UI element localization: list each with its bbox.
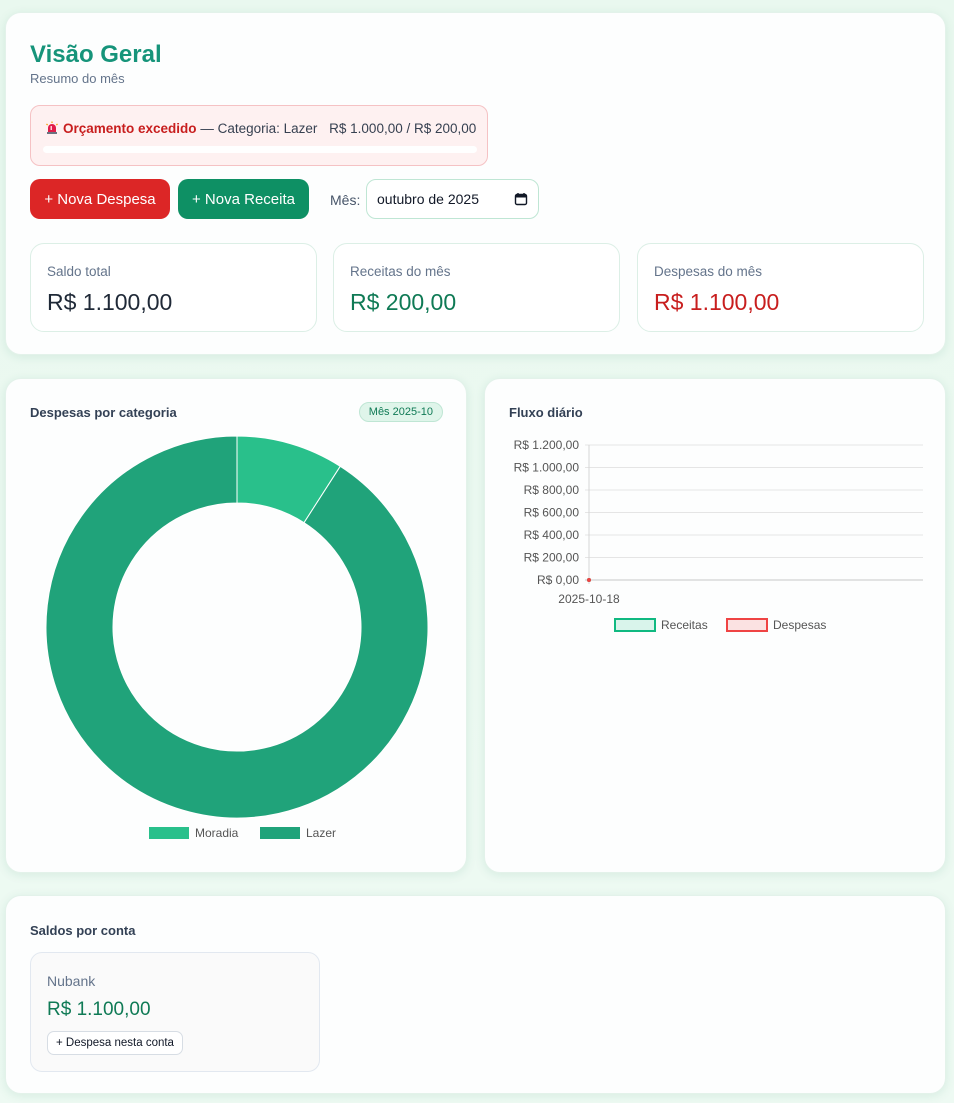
calendar-icon[interactable] bbox=[514, 192, 528, 206]
y-tick-label: R$ 800,00 bbox=[524, 483, 580, 497]
doughnut-chart: Moradia Lazer bbox=[45, 435, 429, 840]
stat-label: Despesas do mês bbox=[654, 264, 763, 279]
y-tick-label: R$ 200,00 bbox=[524, 551, 580, 565]
legend-swatch bbox=[726, 618, 768, 632]
account-card: Nubank R$ 1.100,00 + Despesa nesta conta bbox=[30, 952, 320, 1072]
point-despesas[interactable] bbox=[587, 578, 591, 582]
stat-value: R$ 1.100,00 bbox=[47, 289, 173, 315]
budget-progress-bar bbox=[43, 146, 477, 153]
alert-separator: — bbox=[200, 121, 214, 136]
page-title: Visão Geral bbox=[30, 41, 162, 68]
stat-value: R$ 1.100,00 bbox=[654, 289, 780, 315]
stat-card-despesas: Despesas do mês R$ 1.100,00 bbox=[637, 243, 924, 332]
account-balance: R$ 1.100,00 bbox=[47, 999, 151, 1020]
new-expense-button[interactable]: + Nova Despesa bbox=[30, 179, 170, 219]
line-chart: R$ 0,00 R$ 200,00 R$ 400,00 R$ 600,00 R$ 800… bbox=[514, 438, 923, 632]
page-subtitle: Resumo do mês bbox=[30, 71, 125, 86]
month-label: Mês: bbox=[330, 192, 361, 208]
daily-flow-card: Fluxo diário R$ 0,00 R$ 200,00 R$ 400,00 R$… bbox=[484, 378, 946, 873]
month-value: outubro de 2025 bbox=[377, 191, 479, 207]
y-tick-label: R$ 400,00 bbox=[524, 528, 580, 542]
legend-label: Moradia bbox=[195, 826, 239, 840]
x-tick-label: 2025-10-18 bbox=[558, 592, 620, 606]
stat-value: R$ 200,00 bbox=[350, 289, 457, 315]
expenses-by-category-card: Despesas por categoria Mês 2025-10 Morad… bbox=[5, 378, 467, 873]
y-tick-label: R$ 600,00 bbox=[524, 506, 580, 520]
stat-card-receitas: Receitas do mês R$ 200,00 bbox=[333, 243, 620, 332]
alert-title: Orçamento excedido bbox=[63, 121, 197, 136]
account-name: Nubank bbox=[47, 973, 96, 989]
legend-swatch bbox=[149, 827, 189, 839]
stat-label: Saldo total bbox=[47, 264, 111, 279]
alert-amount: R$ 1.000,00 / R$ 200,00 bbox=[329, 121, 477, 136]
siren-icon bbox=[46, 121, 58, 134]
legend-label: Despesas bbox=[773, 618, 826, 632]
legend-swatch bbox=[260, 827, 300, 839]
y-tick-label: R$ 1.000,00 bbox=[514, 461, 580, 475]
y-tick-label: R$ 1.200,00 bbox=[514, 438, 580, 452]
stat-card-saldo: Saldo total R$ 1.100,00 bbox=[30, 243, 317, 332]
card-title: Saldos por conta bbox=[30, 923, 136, 938]
y-tick-label: R$ 0,00 bbox=[537, 573, 579, 587]
slice-lazer[interactable] bbox=[45, 435, 429, 819]
overview-card: Visão Geral Resumo do mês Orçamento exce… bbox=[5, 12, 946, 355]
account-balances-card: Saldos por conta Nubank R$ 1.100,00 + De… bbox=[5, 895, 946, 1094]
alert-category: Categoria: Lazer bbox=[217, 121, 318, 136]
legend-label: Receitas bbox=[661, 618, 708, 632]
legend-swatch bbox=[614, 618, 656, 632]
month-input[interactable]: outubro de 2025 bbox=[366, 179, 539, 219]
stat-label: Receitas do mês bbox=[350, 264, 451, 279]
legend-label: Lazer bbox=[306, 826, 336, 840]
new-income-button[interactable]: + Nova Receita bbox=[178, 179, 309, 219]
add-expense-to-account-button[interactable]: + Despesa nesta conta bbox=[47, 1031, 183, 1055]
budget-alert: Orçamento excedido — Categoria: Lazer R$… bbox=[30, 105, 488, 166]
